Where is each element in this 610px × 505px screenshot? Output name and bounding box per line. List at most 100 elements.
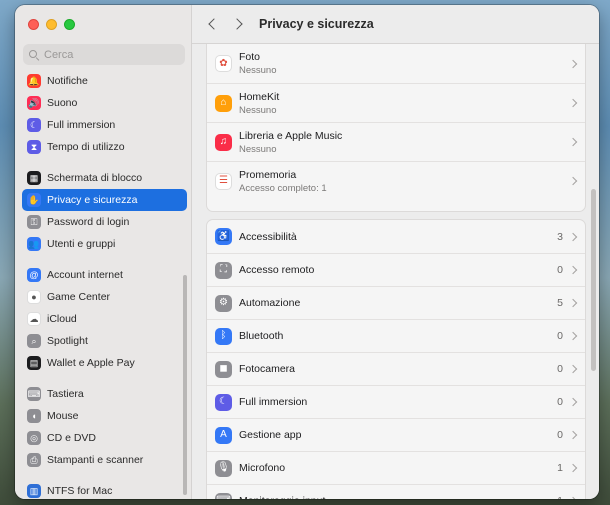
list-item[interactable]: ☾ Full immersion 0 (207, 385, 585, 418)
item-title: Full immersion (239, 396, 308, 408)
sidebar-item[interactable]: ⚿ Password di login (22, 211, 187, 233)
sidebar-item[interactable]: ◎ CD e DVD (22, 427, 187, 449)
chevron-right-icon (568, 98, 578, 108)
chevron-right-icon (568, 137, 578, 147)
sidebar-item[interactable]: @ Account internet (22, 264, 187, 286)
sidebar-item[interactable]: ⌕ Spotlight (22, 330, 187, 352)
list-item[interactable]: ᛒ Bluetooth 0 (207, 319, 585, 352)
content-scrollbar[interactable] (591, 189, 596, 371)
chevron-right-icon (568, 265, 578, 275)
item-count: 0 (557, 330, 563, 342)
sidebar-item[interactable]: ⎙ Stampanti e scanner (22, 449, 187, 471)
list-item[interactable]: ⛶ Accesso remoto 0 (207, 253, 585, 286)
item-title: Automazione (239, 297, 301, 309)
magnifier-icon: ⌕ (27, 334, 41, 348)
back-button[interactable] (206, 17, 220, 31)
sidebar-item[interactable]: 👥 Utenti e gruppi (22, 233, 187, 255)
item-count: 3 (557, 230, 563, 243)
sidebar-item[interactable]: ☁ iCloud (22, 308, 187, 330)
chevron-right-icon (568, 463, 578, 473)
list-item[interactable]: ♿ Accessibilità 3 (207, 220, 585, 253)
forward-button[interactable] (232, 17, 246, 31)
item-title: Fotocamera (239, 363, 296, 375)
gears-icon: ⚙ (215, 294, 232, 312)
sidebar-separator (22, 158, 187, 167)
cloud-icon: ☁ (27, 312, 41, 326)
moon-icon: ☾ (215, 393, 232, 411)
moon-icon: ☾ (27, 118, 41, 132)
list-item[interactable]: ♫ Libreria e Apple Music Nessuno (207, 122, 585, 161)
item-title: Microfono (239, 462, 286, 474)
sidebar-separator (22, 374, 187, 383)
chevron-right-icon (568, 298, 578, 308)
list-item[interactable]: ☰ Promemoria Accesso completo: 1 (207, 161, 585, 200)
zoom-button[interactable] (64, 19, 75, 30)
search-icon (29, 49, 39, 60)
sidebar-item[interactable]: ▥ NTFS for Mac (22, 480, 187, 499)
sidebar-item[interactable]: ▦ Schermata di blocco (22, 167, 187, 189)
sidebar-item[interactable]: ◖ Mouse (22, 405, 187, 427)
item-title: Monitoraggio input (239, 495, 325, 499)
item-title: HomeKit (239, 90, 280, 103)
item-subtitle: Accesso completo: 1 (239, 182, 327, 194)
sidebar-item-label: Password di login (47, 216, 130, 228)
sidebar-item-label: Wallet e Apple Pay (47, 357, 135, 369)
item-count: 0 (557, 264, 563, 276)
list-item[interactable]: ⚙ Automazione 5 (207, 286, 585, 319)
item-text: Promemoria Accesso completo: 1 (239, 169, 327, 194)
sidebar-item-label: Spotlight (47, 335, 88, 347)
app-store-icon: A (215, 426, 232, 444)
sidebar-item[interactable]: 🔔 Notifiche (22, 70, 187, 92)
sidebar-item-label: Utenti e gruppi (47, 238, 116, 250)
accessibility-icon: ♿ (215, 228, 232, 245)
printer-icon: ⎙ (27, 453, 41, 467)
item-subtitle: Nessuno (239, 104, 277, 116)
mouse-icon: ◖ (27, 409, 41, 423)
sidebar-item[interactable]: ⌨ Tastiera (22, 383, 187, 405)
keyboard-icon: ⌨ (27, 387, 41, 401)
minimize-button[interactable] (46, 19, 57, 30)
sidebar-item-label: Privacy e sicurezza (47, 194, 138, 206)
list-item[interactable]: ⌂ HomeKit Nessuno (207, 83, 585, 122)
sidebar-item[interactable]: ⧗ Tempo di utilizzo (22, 136, 187, 158)
list-item[interactable]: ⌨ Monitoraggio input 1 (207, 484, 585, 499)
sidebar-item[interactable]: ▤ Wallet e Apple Pay (22, 352, 187, 374)
game-center-icon: ● (27, 290, 41, 304)
sidebar-scrollbar[interactable] (183, 275, 187, 495)
chevron-right-icon (568, 430, 578, 440)
speaker-icon: 🔊 (27, 96, 41, 110)
sidebar-item-label: Schermata di blocco (47, 172, 143, 184)
sidebar-item[interactable]: 🔊 Suono (22, 92, 187, 114)
list-item[interactable]: ✿ Foto Nessuno (207, 44, 585, 83)
ntfs-icon: ▥ (27, 484, 41, 498)
item-title: Libreria e Apple Music (239, 129, 343, 142)
page-title: Privacy e sicurezza (259, 17, 374, 31)
item-title: Bluetooth (239, 330, 284, 342)
key-icon: ⚿ (27, 215, 41, 229)
hand-icon: ✋ (27, 193, 41, 207)
sidebar-separator (22, 255, 187, 264)
item-count: 0 (557, 429, 563, 441)
search-field[interactable]: Cerca (23, 44, 185, 65)
hourglass-icon: ⧗ (27, 140, 41, 154)
item-title: Gestione app (239, 429, 302, 441)
item-title: Accesso remoto (239, 264, 315, 276)
sidebar-item[interactable]: ✋ Privacy e sicurezza (22, 189, 187, 211)
item-count: 1 (557, 495, 563, 499)
item-count: 0 (557, 396, 563, 408)
users-icon: 👥 (27, 237, 41, 251)
chevron-right-icon (568, 176, 578, 186)
remote-access-icon: ⛶ (215, 261, 232, 279)
close-button[interactable] (28, 19, 39, 30)
settings-window: Cerca 🔔 Notifiche 🔊 Suono ☾ Full immersion ⧗ Te… (15, 5, 599, 499)
chevron-right-icon (568, 331, 578, 341)
item-title: Accessibilità (239, 230, 297, 243)
search-placeholder: Cerca (44, 48, 74, 61)
sidebar-item[interactable]: ☾ Full immersion (22, 114, 187, 136)
list-item[interactable]: A Gestione app 0 (207, 418, 585, 451)
list-item[interactable]: ◼ Fotocamera 0 (207, 352, 585, 385)
item-text: Foto Nessuno (239, 51, 277, 76)
sidebar-item[interactable]: ● Game Center (22, 286, 187, 308)
toolbar: Privacy e sicurezza (192, 5, 599, 44)
list-item[interactable]: 🎙 Microfono 1 (207, 451, 585, 484)
